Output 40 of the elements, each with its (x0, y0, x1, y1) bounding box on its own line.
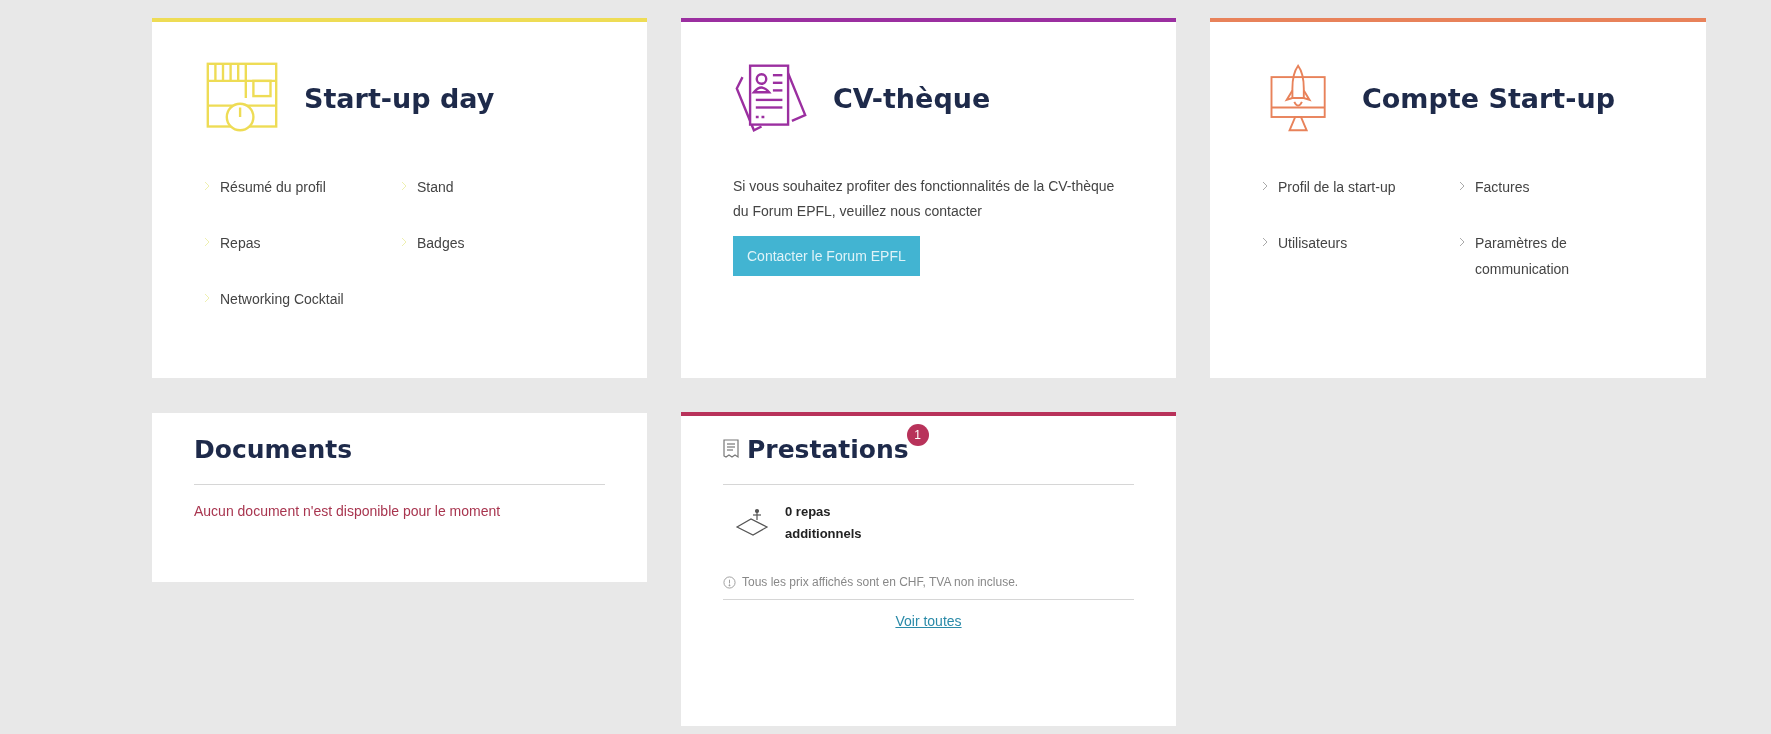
link-label: Badges (417, 234, 465, 253)
info-icon (723, 575, 736, 589)
link-label: Networking Cocktail (220, 290, 344, 309)
chevron-icon (401, 237, 407, 247)
link-label: Utilisateurs (1278, 234, 1348, 253)
chevron-icon (204, 293, 210, 303)
empty-message: Aucun document n'est disponible pour le moment (194, 503, 502, 519)
link-label: Paramètres de communication (1475, 234, 1571, 279)
chevron-icon (1262, 237, 1268, 247)
card-title: Documents (194, 435, 354, 464)
nav-link[interactable]: Badges (401, 230, 571, 256)
chevron-icon (1459, 237, 1465, 247)
card-title: CV-thèque (833, 82, 991, 114)
link-label: Repas (220, 234, 261, 253)
link-label: Résumé du profil (220, 178, 326, 197)
nav-link[interactable]: Factures (1459, 174, 1629, 200)
chevron-icon (1459, 181, 1465, 191)
description-text: Si vous souhaitez profiter des fonctionnalités de la CV-thèque du Forum EPFL, veuillez nous contacter (733, 177, 1116, 221)
card-title: Start-up day (304, 82, 495, 114)
card-title: Prestations (747, 434, 909, 464)
nav-link[interactable]: Paramètres de communication (1459, 230, 1629, 282)
link-label: Profil de la start-up (1278, 178, 1396, 197)
nav-link[interactable]: Stand (401, 174, 571, 200)
see-all-link[interactable]: Voir toutes (895, 613, 962, 629)
item-label: 0 repas additionnels (785, 503, 863, 543)
receipt-icon (723, 439, 739, 459)
note-text: Tous les prix affichés sont en CHF, TVA non incluse. (742, 575, 1019, 589)
chevron-icon (204, 237, 210, 247)
notification-badge: 1 (906, 424, 929, 446)
nav-link[interactable]: Networking Cocktail (204, 286, 401, 312)
chevron-icon (1262, 181, 1268, 191)
nav-link[interactable]: Résumé du profil (204, 174, 401, 200)
card-title: Compte Start-up (1362, 82, 1615, 114)
link-label: Stand (417, 178, 454, 197)
chevron-icon (204, 181, 210, 191)
link-label: Factures (1475, 178, 1530, 197)
nav-link[interactable]: Utilisateurs (1262, 230, 1459, 282)
nav-link[interactable]: Repas (204, 230, 401, 256)
chevron-icon (401, 181, 407, 191)
nav-link[interactable]: Profil de la start-up (1262, 174, 1459, 200)
